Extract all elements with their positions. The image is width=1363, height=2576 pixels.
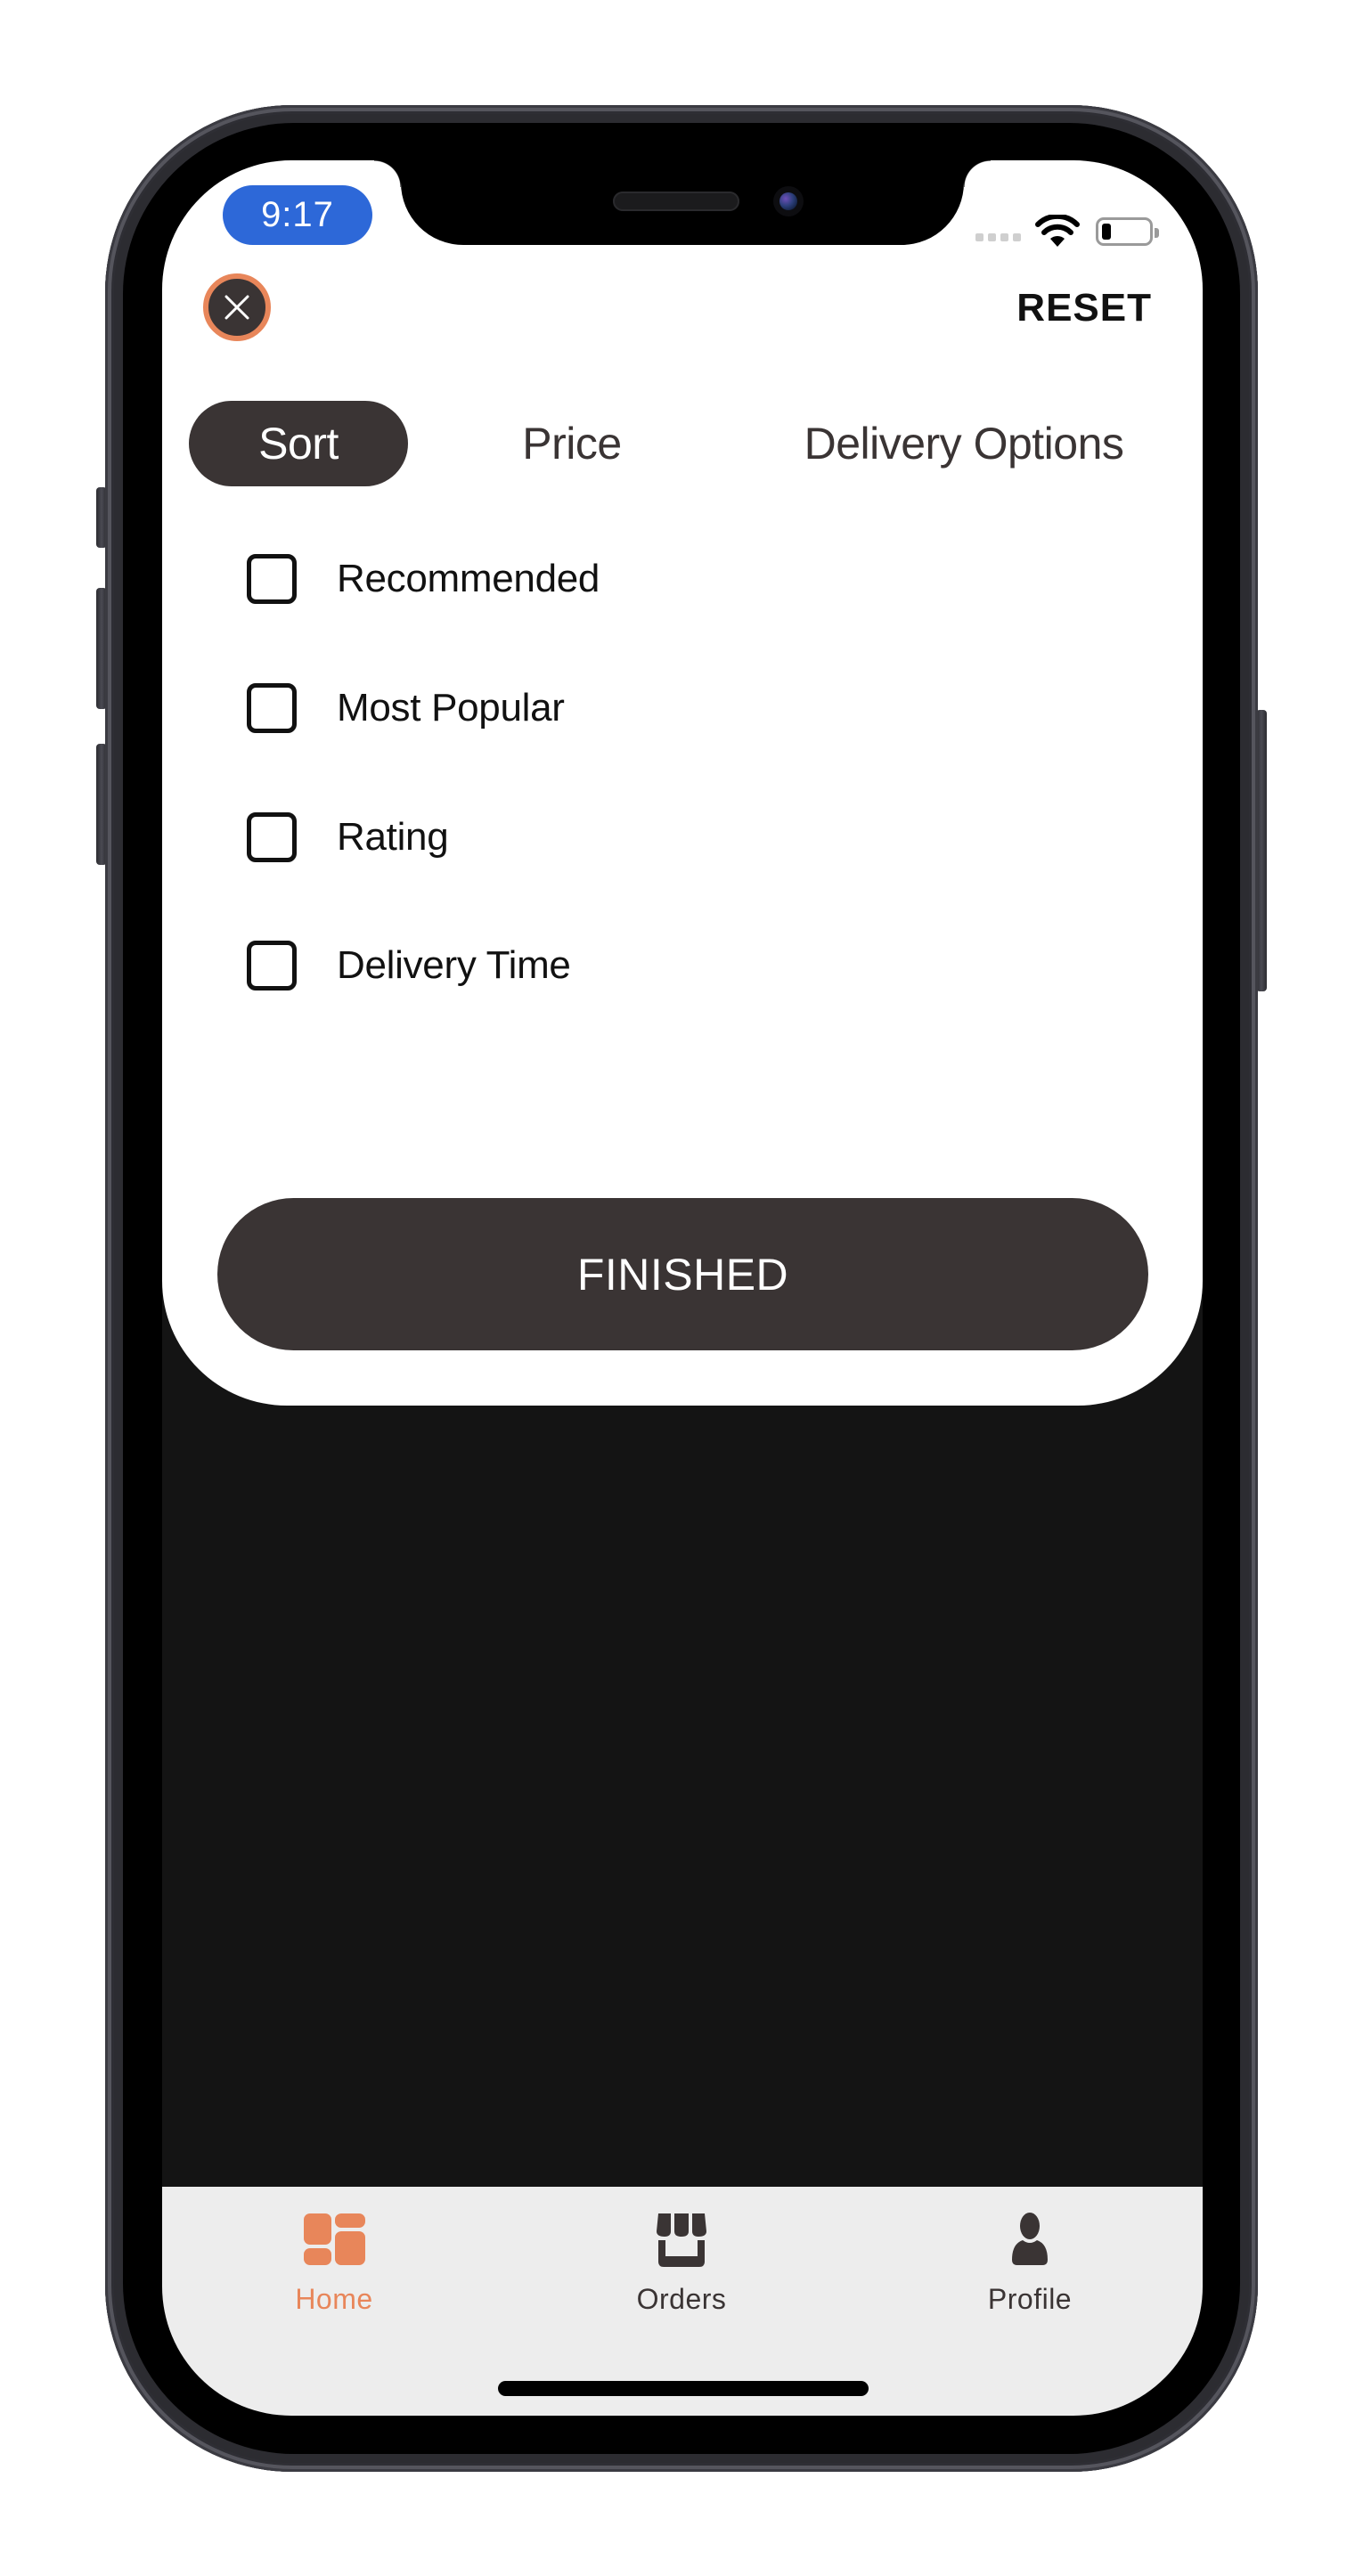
sort-option-delivery-time[interactable]: Delivery Time [247, 930, 870, 1001]
nav-orders[interactable]: Orders [584, 2212, 779, 2327]
finished-button[interactable]: FINISHED [217, 1198, 1148, 1350]
checkbox[interactable] [247, 941, 297, 990]
phone-screen: 9:17 RESET Sort Price Delivery Options R… [162, 160, 1203, 2416]
nav-profile[interactable]: Profile [932, 2212, 1128, 2327]
close-button[interactable] [203, 273, 271, 341]
option-label: Rating [337, 815, 449, 859]
nav-label: Orders [636, 2283, 727, 2315]
checkbox[interactable] [247, 683, 297, 733]
nav-label: Home [295, 2283, 373, 2315]
option-label: Most Popular [337, 686, 565, 730]
reset-button[interactable]: RESET [1016, 287, 1152, 330]
notch [374, 160, 991, 245]
sort-option-rating[interactable]: Rating [247, 802, 870, 873]
home-indicator[interactable] [498, 2381, 869, 2396]
tab-delivery-options[interactable]: Delivery Options [777, 401, 1151, 486]
filter-sheet: 9:17 RESET Sort Price Delivery Options R… [162, 160, 1203, 1406]
tab-price[interactable]: Price [501, 401, 643, 486]
close-icon [224, 295, 249, 320]
tab-sort[interactable]: Sort [189, 401, 408, 486]
status-time: 9:17 [223, 185, 372, 245]
battery-icon [1096, 217, 1159, 246]
cellular-signal-icon [975, 232, 1021, 241]
dashboard-icon [304, 2213, 365, 2265]
option-label: Recommended [337, 557, 600, 600]
person-icon [1012, 2213, 1048, 2265]
front-camera [773, 186, 804, 216]
checkbox[interactable] [247, 554, 297, 604]
earpiece-speaker [613, 192, 739, 211]
store-icon [657, 2213, 706, 2267]
battery-level [1102, 224, 1111, 240]
wifi-icon [1035, 215, 1080, 247]
filter-tabs: Sort Price Delivery Options [189, 401, 1178, 486]
nav-home[interactable]: Home [236, 2212, 432, 2327]
status-indicators [975, 214, 1159, 249]
sort-option-most-popular[interactable]: Most Popular [247, 673, 870, 744]
checkbox[interactable] [247, 812, 297, 862]
sort-option-recommended[interactable]: Recommended [247, 543, 870, 615]
option-label: Delivery Time [337, 943, 571, 987]
nav-label: Profile [987, 2283, 1073, 2315]
